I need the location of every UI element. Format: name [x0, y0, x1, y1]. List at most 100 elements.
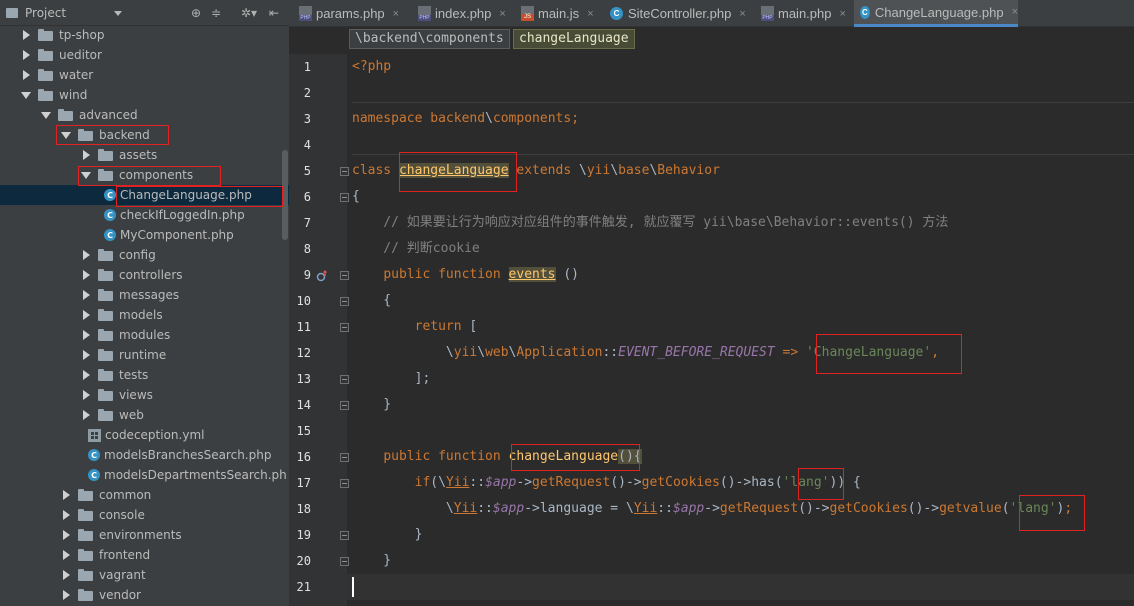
tree-item[interactable]: ueditor [0, 45, 289, 65]
tree-item[interactable]: messages [0, 285, 289, 305]
tree-item[interactable]: C ChangeLanguage.php [0, 185, 289, 205]
tree-item[interactable]: common [0, 485, 289, 505]
gear-icon[interactable]: ✲▾ [241, 6, 257, 20]
tree-item[interactable]: components [0, 165, 289, 185]
tab-label: index.php [435, 6, 492, 21]
tree-item[interactable]: CmodelsBranchesSearch.php [0, 445, 289, 465]
line-number: 19 [296, 528, 311, 542]
tree-item-label: messages [119, 288, 180, 302]
collapsed-arrow-icon[interactable] [60, 569, 72, 581]
line-number: 2 [303, 86, 311, 100]
class-icon: C [610, 7, 623, 20]
code-area[interactable]: <?php namespace backend\components; clas… [347, 54, 1134, 606]
collapsed-arrow-icon[interactable] [80, 269, 92, 281]
breadcrumb-class[interactable]: changeLanguage [513, 29, 635, 49]
line-number: 16 [296, 450, 311, 464]
collapsed-arrow-icon[interactable] [80, 249, 92, 261]
close-icon[interactable]: × [1012, 6, 1018, 18]
line-number: 15 [296, 424, 311, 438]
expanded-arrow-icon[interactable] [20, 89, 32, 101]
editor-tab-bar: params.php × index.php × main.js × C SiteContro… [289, 0, 1134, 27]
project-scrollbar[interactable] [282, 150, 288, 240]
collapsed-arrow-icon[interactable] [60, 589, 72, 601]
tree-item[interactable]: wind [0, 85, 289, 105]
tree-item-label: modelsDepartmentsSearch.ph [104, 468, 287, 482]
project-view-selector[interactable]: Project [6, 6, 123, 20]
close-icon[interactable]: × [499, 8, 505, 20]
expanded-arrow-icon[interactable] [60, 129, 72, 141]
line-number: 14 [296, 398, 311, 412]
collapsed-arrow-icon[interactable] [20, 49, 32, 61]
collapsed-arrow-icon[interactable] [80, 289, 92, 301]
collapsed-arrow-icon[interactable] [60, 529, 72, 541]
close-icon[interactable]: × [839, 8, 845, 20]
tree-item[interactable]: modules [0, 325, 289, 345]
tree-item-label: advanced [79, 108, 138, 122]
tree-item[interactable]: views [0, 385, 289, 405]
tree-item[interactable]: config [0, 245, 289, 265]
tree-item[interactable]: vagrant [0, 565, 289, 585]
tree-item-label: controllers [119, 268, 183, 282]
tree-item-label: wind [59, 88, 88, 102]
tree-item[interactable]: runtime [0, 345, 289, 365]
keyword-namespace: namespace [352, 111, 423, 126]
editor-tab[interactable]: main.js × [515, 0, 602, 27]
collapsed-arrow-icon[interactable] [80, 389, 92, 401]
tree-item[interactable]: C MyComponent.php [0, 225, 289, 245]
tree-item[interactable]: assets [0, 145, 289, 165]
folder-icon [98, 409, 113, 421]
tree-item[interactable]: controllers [0, 265, 289, 285]
tree-item[interactable]: backend [0, 125, 289, 145]
collapsed-arrow-icon[interactable] [60, 489, 72, 501]
collapse-all-icon[interactable]: ≑ [211, 6, 221, 20]
collapsed-arrow-icon[interactable] [80, 349, 92, 361]
collapsed-arrow-icon[interactable] [20, 69, 32, 81]
overrides-method-icon[interactable] [316, 270, 327, 282]
close-icon[interactable]: × [393, 8, 399, 20]
breadcrumb-namespace[interactable]: \backend\components [349, 29, 510, 49]
expanded-arrow-icon[interactable] [80, 169, 92, 181]
class-icon: C [860, 5, 870, 19]
tree-item[interactable]: web [0, 405, 289, 425]
tree-item[interactable]: codeception.yml [0, 425, 289, 445]
collapsed-arrow-icon[interactable] [60, 509, 72, 521]
arrow-operator: => [782, 345, 799, 360]
tree-item[interactable]: console [0, 505, 289, 525]
project-panel-header: Project ⊕ ≑ ✲▾ ⇤ [0, 0, 289, 26]
hide-panel-icon[interactable]: ⇤ [269, 6, 279, 20]
close-icon[interactable]: × [739, 8, 745, 20]
editor-tab[interactable]: main.php × [755, 0, 852, 27]
line-number-gutter: 1 2 3 4 5 6 7 8 9 10 11 12 13 14 15 16 17 18 19 20 21 [289, 54, 349, 606]
code-line-19: } [352, 527, 423, 542]
collapsed-arrow-icon[interactable] [80, 409, 92, 421]
tree-item[interactable]: water [0, 65, 289, 85]
tree-item-label: codeception.yml [105, 428, 205, 442]
collapsed-arrow-icon[interactable] [20, 29, 32, 41]
collapsed-arrow-icon[interactable] [60, 549, 72, 561]
editor-tab[interactable]: C SiteController.php × [604, 0, 753, 27]
tree-item[interactable]: CmodelsDepartmentsSearch.ph [0, 465, 289, 485]
collapsed-arrow-icon[interactable] [80, 309, 92, 321]
tree-item-label: ueditor [59, 48, 102, 62]
prop-language: language [539, 501, 603, 516]
tree-item[interactable]: frontend [0, 545, 289, 565]
collapsed-arrow-icon[interactable] [80, 329, 92, 341]
sync-icon[interactable]: ⊕ [191, 6, 201, 20]
editor-tab[interactable]: C ChangeLanguage.php × [854, 0, 1018, 27]
tree-item[interactable]: tp-shop [0, 25, 289, 45]
tree-item[interactable]: advanced [0, 105, 289, 125]
tree-item[interactable]: tests [0, 365, 289, 385]
code-line-5: class changeLanguage extends \yii\base\B… [352, 163, 720, 178]
tree-item[interactable]: environments [0, 525, 289, 545]
editor-tab[interactable]: index.php × [412, 0, 513, 27]
expanded-arrow-icon[interactable] [40, 109, 52, 121]
tree-item[interactable]: models [0, 305, 289, 325]
string-changelanguage: 'ChangeLanguage' [805, 345, 932, 360]
collapsed-arrow-icon[interactable] [80, 149, 92, 161]
tree-item-label: MyComponent.php [120, 228, 234, 242]
tree-item[interactable]: vendor [0, 585, 289, 605]
close-icon[interactable]: × [587, 8, 593, 20]
collapsed-arrow-icon[interactable] [80, 369, 92, 381]
editor-tab[interactable]: params.php × [293, 0, 410, 27]
tree-item[interactable]: CcheckIfLoggedIn.php [0, 205, 289, 225]
